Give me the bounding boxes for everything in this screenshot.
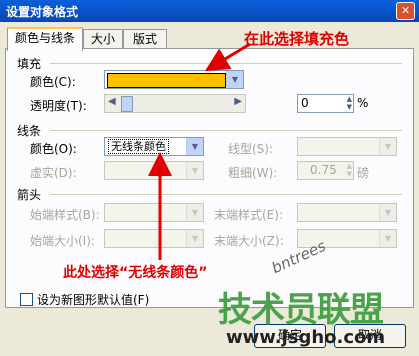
watermark-url: www.jsgho.com: [226, 327, 386, 348]
watermark-logo: 技术员联盟: [218, 290, 384, 330]
tab-colors-lines[interactable]: 颜色与线条: [7, 27, 83, 51]
fill-pointer-arrow: [204, 42, 251, 72]
